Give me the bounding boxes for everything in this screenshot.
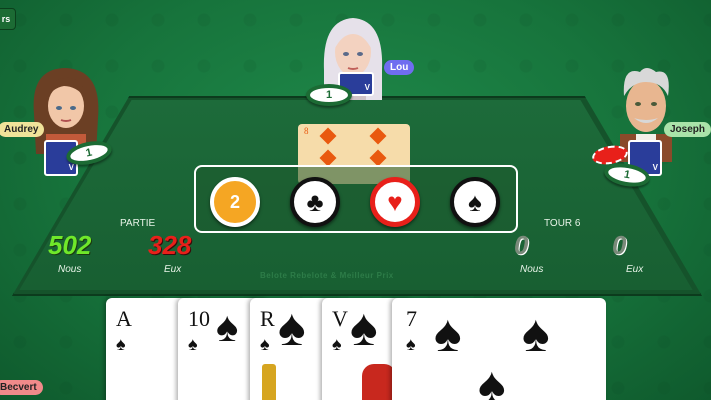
menu-badge-label: rs [1, 14, 11, 24]
spade-icon: ♠ [406, 334, 416, 354]
trump-card-rank: 8 [304, 126, 309, 136]
round-score-title: TOUR 6 [544, 218, 581, 229]
bid-choice-spade[interactable]: ♠ [450, 177, 500, 227]
round-score-them: 0 [612, 230, 627, 260]
player-top-chip-value: 1 [325, 89, 333, 101]
table-caption: Belote Rebelote & Meilleur Prix [260, 271, 394, 280]
player-top-chip: 1 [306, 84, 352, 106]
spade-icon: ♠ [260, 334, 270, 354]
hand-card-rank: V [332, 306, 348, 331]
spade-icon: ♠ [278, 299, 306, 357]
player-top-name: Lou [390, 62, 409, 73]
spade-icon: ♠ [478, 357, 506, 400]
game-table-scene: rs V Lou 1 V Audrey 1 V Joseph 1 8 2 ♣ ♥… [0, 0, 711, 400]
player-right-cardback-letter: V [652, 163, 658, 172]
match-score-us-label: Nous [58, 264, 82, 275]
king-figure [262, 364, 276, 400]
spade-icon: ♠ [188, 334, 198, 354]
player-left-nametag: Audrey [0, 122, 45, 137]
match-score-title: PARTIE [120, 218, 156, 229]
bid-choices-panel: 2 ♣ ♥ ♠ [194, 165, 518, 233]
player-bottom-name: Becvert [0, 382, 37, 393]
bid-choice-number-label: 2 [229, 191, 240, 212]
hand-card-rank: A [116, 306, 132, 331]
player-right-nametag: Joseph [664, 122, 711, 137]
jack-figure [362, 364, 396, 400]
diamond-icon [369, 149, 387, 167]
player-top-cardback-letter: V [364, 83, 370, 92]
match-score-them-label: Eux [164, 264, 182, 275]
hand-card-rank: R [260, 306, 275, 331]
diamond-icon [319, 149, 337, 167]
hand-card-rank: 7 [406, 306, 417, 331]
spade-icon: ♠ [350, 299, 378, 357]
spade-icon: ♠ [332, 334, 342, 354]
spade-icon: ♠ [434, 305, 462, 363]
player-left-name: Audrey [4, 124, 39, 135]
diamond-icon [319, 127, 337, 145]
heart-icon: ♥ [387, 186, 403, 217]
player-left-chip-value: 1 [84, 146, 94, 160]
match-score-them: 328 [148, 230, 192, 260]
bid-choice-club[interactable]: ♣ [290, 177, 340, 227]
hand-card-rank: 10 [188, 306, 210, 331]
spade-icon: ♠ [216, 303, 239, 350]
club-icon: ♣ [306, 186, 324, 217]
player-top-nametag: Lou [384, 60, 415, 75]
spade-icon: ♠ [116, 334, 126, 354]
spade-icon: ♠ [468, 186, 482, 217]
player-right-name: Joseph [670, 124, 706, 135]
player-right-chip-value: 1 [622, 168, 632, 182]
round-score-them-label: Eux [626, 264, 644, 275]
spade-icon: ♠ [522, 305, 550, 363]
round-score-us-label: Nous [520, 264, 544, 275]
bid-choice-number[interactable]: 2 [210, 177, 260, 227]
match-score-us: 502 [48, 230, 92, 260]
round-score-us: 0 [514, 230, 529, 260]
diamond-icon [369, 127, 387, 145]
bid-choice-heart[interactable]: ♥ [370, 177, 420, 227]
menu-badge[interactable]: rs [0, 8, 16, 30]
player-bottom-nametag: Becvert [0, 380, 43, 395]
player-left-cardback-letter: V [68, 163, 74, 172]
hand-card[interactable]: 7 ♠ ♠ ♠ ♠ [392, 298, 606, 400]
